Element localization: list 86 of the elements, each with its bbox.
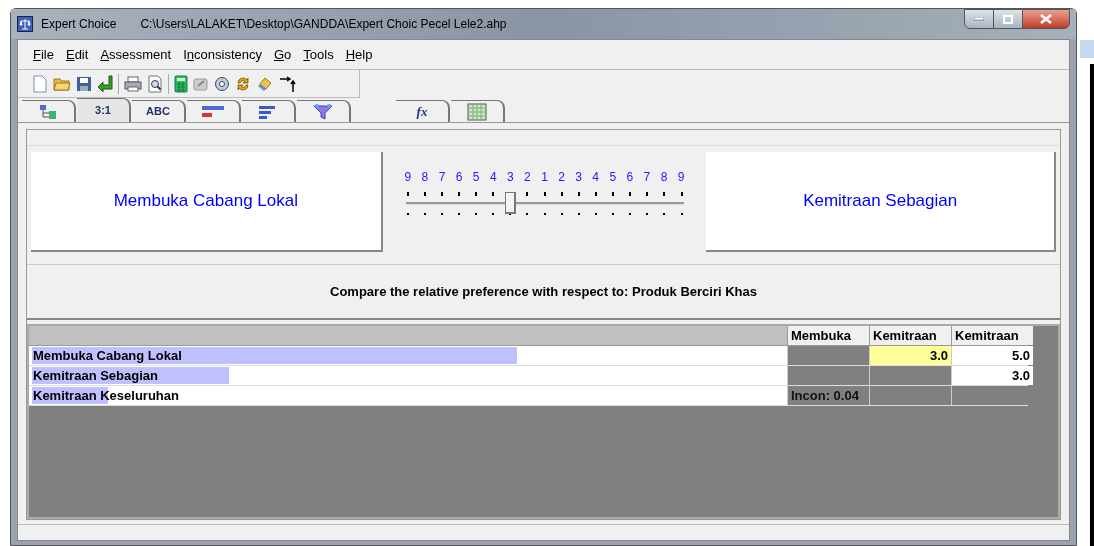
tick-mark (423, 192, 426, 196)
scale-number: 7 (643, 169, 651, 186)
tick-mark (646, 192, 649, 196)
menu-item[interactable]: Help (344, 44, 374, 65)
scale-number: 2 (524, 169, 531, 186)
scale-number: 5 (472, 169, 480, 186)
menu-item[interactable]: Tools (302, 44, 335, 65)
left-option-box: Membuka Cabang Lokal (31, 152, 383, 252)
tick-mark (543, 192, 546, 196)
tick-mark (577, 192, 580, 196)
open-folder-icon[interactable] (53, 75, 71, 92)
scale-number: 7 (438, 169, 446, 186)
menu-item[interactable]: Go (272, 44, 293, 65)
tick-mark (475, 192, 477, 196)
row-label: Kemitraan Sebagian (32, 368, 158, 383)
tab[interactable] (242, 100, 296, 122)
scale-number: 5 (609, 169, 617, 186)
menu-item[interactable]: Edit (64, 44, 90, 65)
grid-icon (467, 102, 487, 121)
close-icon (1040, 14, 1052, 24)
tick-mark (526, 192, 529, 196)
minimize-button[interactable] (964, 9, 994, 29)
menu-item[interactable]: Inconsistency (182, 44, 263, 65)
scale-number: 4 (489, 169, 497, 186)
tab[interactable] (297, 100, 351, 122)
gear-document-icon[interactable] (214, 75, 230, 92)
right-option-box: Kemitraan Sebagian (706, 152, 1056, 252)
scale-number: 4 (592, 169, 600, 186)
column-header: Kemitraan (869, 326, 951, 345)
scale-number: 9 (404, 169, 412, 186)
bar-chart-icon (201, 104, 225, 119)
tick-mark (406, 192, 409, 196)
scale-number: 2 (558, 169, 565, 186)
tab[interactable] (187, 100, 241, 122)
print-preview-icon[interactable] (147, 74, 163, 93)
scale-number: 6 (455, 169, 463, 186)
tick-mark (457, 192, 460, 196)
scale-number: 8 (660, 169, 668, 186)
close-button[interactable] (1022, 9, 1070, 29)
row-label: Kemitraan Keseluruhan (32, 388, 179, 403)
tab[interactable]: fx (396, 100, 450, 122)
slider-thumb[interactable] (504, 192, 516, 214)
refresh-icon[interactable] (235, 75, 251, 92)
scale-number: 3 (575, 169, 582, 186)
tick-mark (663, 192, 666, 196)
print-icon[interactable] (124, 75, 142, 92)
scale-icon (17, 16, 33, 32)
tab[interactable]: ABC (132, 100, 186, 122)
tick-mark (440, 192, 443, 196)
bar-list-icon (258, 104, 278, 119)
tab[interactable]: 3:1 (77, 98, 131, 122)
column-header: Kemitraan (951, 326, 1033, 345)
background-window-edge (1080, 40, 1094, 58)
question-bar: Compare the relative preference with respect to: Produk Berciri Khas (27, 264, 1060, 320)
menu-item[interactable]: File (32, 44, 55, 65)
tick-mark (492, 192, 495, 196)
save-icon[interactable] (76, 75, 92, 92)
value-cell[interactable]: 3.0 (869, 346, 951, 365)
tab[interactable] (451, 100, 505, 122)
funnel-icon (313, 103, 333, 120)
window-title: Expert Choice (41, 16, 117, 33)
tree-icon (39, 103, 57, 120)
minimize-icon (974, 17, 984, 21)
row-label: Membuka Cabang Lokal (32, 348, 182, 363)
scale-number: 3 (506, 169, 514, 186)
tick-mark (612, 192, 614, 196)
tick-mark (629, 192, 632, 196)
column-header: Membuka (787, 326, 869, 345)
maximize-icon (1003, 14, 1013, 24)
eraser-icon[interactable] (256, 75, 274, 92)
scale-number: 8 (421, 169, 429, 186)
maximize-button[interactable] (994, 9, 1022, 29)
tab[interactable] (22, 100, 76, 122)
tick-mark (560, 192, 563, 196)
menu-item[interactable]: Assessment (99, 44, 173, 65)
calculator-icon[interactable] (174, 74, 188, 93)
return-arrow-icon[interactable] (97, 74, 113, 93)
scale-number: 1 (541, 169, 548, 186)
arrows-icon[interactable] (279, 74, 297, 93)
file-path: C:\Users\LALAKET\Desktop\GANDDA\Expert Choic Pecel Lele2.ahp (140, 16, 507, 33)
value-cell[interactable]: 5.0 (951, 346, 1033, 365)
scale-number: 9 (677, 169, 685, 186)
tick-mark (680, 192, 683, 196)
scale-number: 6 (626, 169, 634, 186)
tick-mark (594, 192, 597, 196)
value-cell[interactable]: 3.0 (951, 366, 1033, 385)
